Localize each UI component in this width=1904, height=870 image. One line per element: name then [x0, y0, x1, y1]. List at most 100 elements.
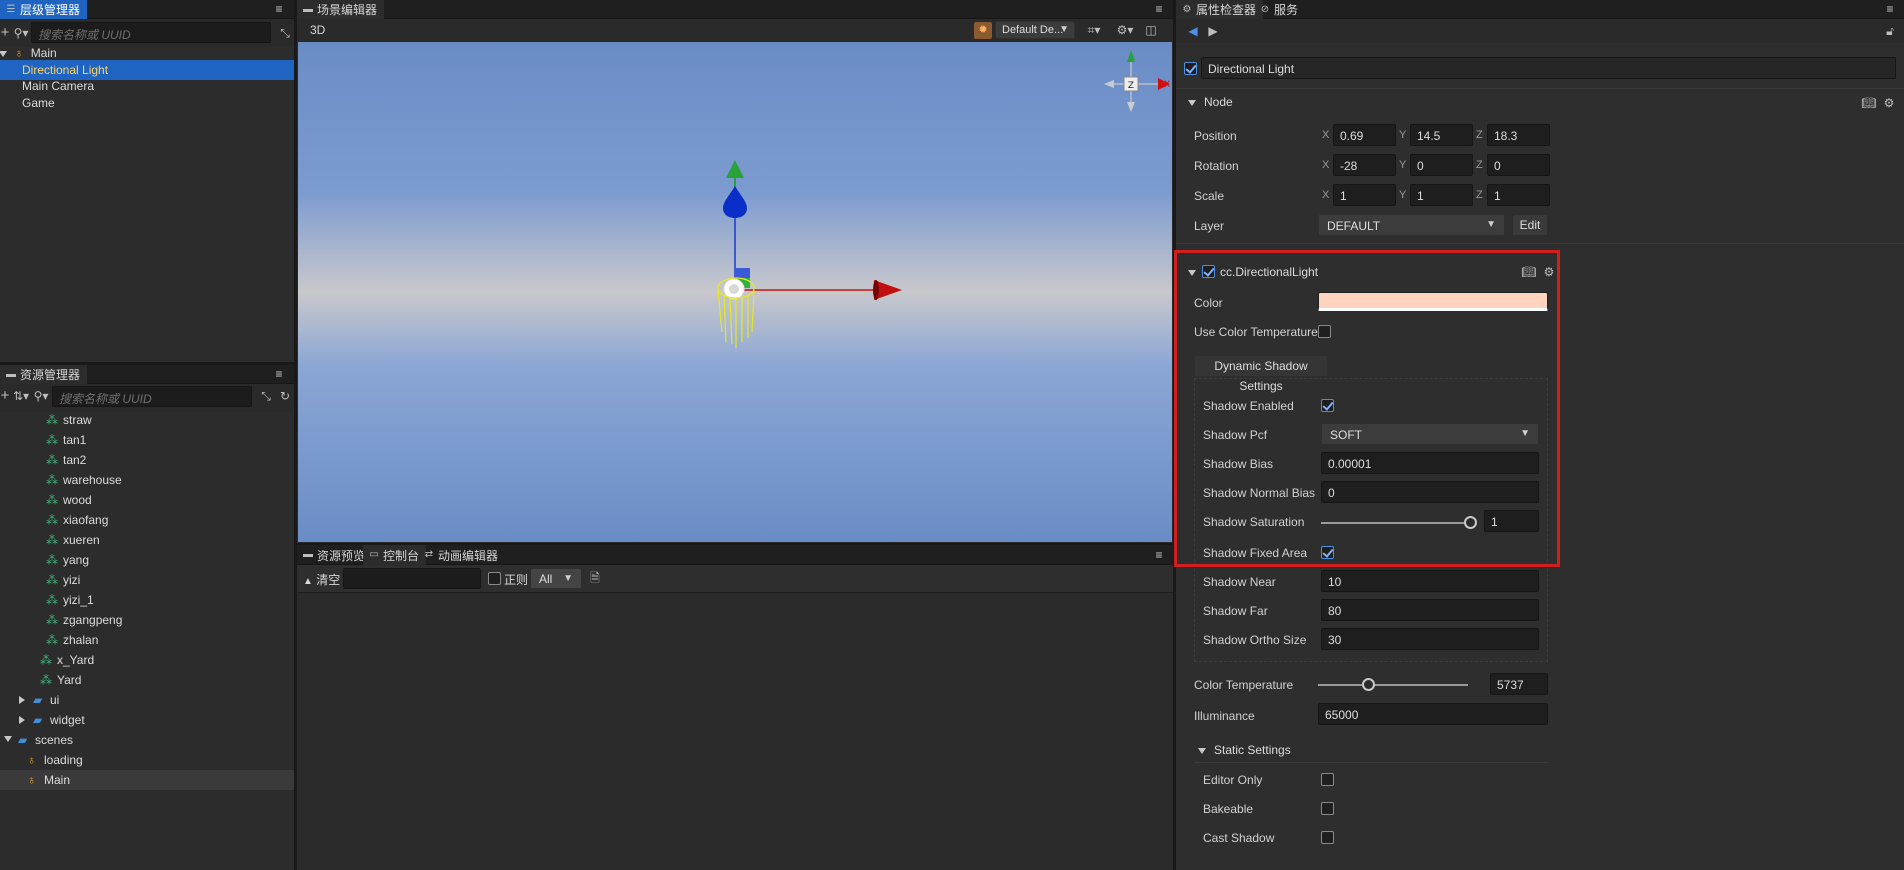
- tab-inspector[interactable]: ⚙ 属性检查器: [1176, 0, 1264, 19]
- search-type-icon[interactable]: ⚲▾: [12, 24, 30, 42]
- static-settings-header[interactable]: Static Settings: [1198, 743, 1291, 757]
- lock-icon[interactable]: 🔓︎: [1881, 22, 1899, 40]
- shadow-enabled-checkbox[interactable]: [1321, 399, 1334, 412]
- color-temperature-slider-knob[interactable]: [1362, 678, 1375, 691]
- shadow-saturation-slider-track[interactable]: [1321, 522, 1471, 524]
- asset-item[interactable]: ⁂ x_Yard: [0, 650, 294, 670]
- asset-item[interactable]: ⁂ xiaofang: [0, 510, 294, 530]
- editor-only-checkbox[interactable]: [1321, 773, 1334, 786]
- asset-item[interactable]: ▰ ui: [0, 690, 294, 710]
- asset-item[interactable]: ♁ Main: [0, 770, 294, 790]
- asset-item[interactable]: ♁ loading: [0, 750, 294, 770]
- asset-item[interactable]: ⁂ tan2: [0, 450, 294, 470]
- panel-menu-icon[interactable]: ≡: [1151, 547, 1167, 563]
- illuminance-input[interactable]: 65000: [1318, 703, 1548, 725]
- position-y-input[interactable]: 14.5: [1410, 124, 1473, 146]
- camera-icon[interactable]: ⌗▾: [1083, 21, 1105, 39]
- node-section-header[interactable]: Node: [1188, 95, 1233, 109]
- rotation-x-input[interactable]: -28: [1333, 154, 1396, 176]
- shadow-ortho-size-input[interactable]: 30: [1321, 628, 1539, 650]
- rotation-y-input[interactable]: 0: [1410, 154, 1473, 176]
- shadow-far-input[interactable]: 80: [1321, 599, 1539, 621]
- scale-y-input[interactable]: 1: [1410, 184, 1473, 206]
- log-level-select[interactable]: All ▼: [530, 568, 582, 589]
- maximize-icon[interactable]: ◫: [1142, 21, 1160, 39]
- panel-menu-icon[interactable]: ≡: [271, 366, 287, 382]
- shadow-pcf-select[interactable]: SOFT ▼: [1321, 423, 1539, 445]
- position-x-input[interactable]: 0.69: [1333, 124, 1396, 146]
- asset-item[interactable]: ⁂ straw: [0, 410, 294, 430]
- collapse-all-icon[interactable]: ⤡: [257, 387, 275, 405]
- component-header[interactable]: [1188, 265, 1201, 279]
- clear-console-button[interactable]: ▲ 清空: [303, 571, 340, 588]
- shadow-saturation-slider-knob[interactable]: [1464, 516, 1477, 529]
- mode-3d-button[interactable]: 3D: [310, 23, 325, 37]
- settings-gear-icon[interactable]: ⚙: [1540, 263, 1558, 281]
- shadow-bias-input[interactable]: 0.00001: [1321, 452, 1539, 474]
- rotation-z-input[interactable]: 0: [1487, 154, 1550, 176]
- tab-dynamic-shadow-settings[interactable]: Dynamic Shadow Settings: [1194, 355, 1328, 393]
- tab-scene-editor[interactable]: ▬ 场景编辑器: [297, 0, 385, 19]
- scale-z-input[interactable]: 1: [1487, 184, 1550, 206]
- scene-viewport[interactable]: Z X: [298, 42, 1172, 542]
- expand-arrow-icon[interactable]: [0, 50, 7, 57]
- back-arrow-icon[interactable]: ◀: [1184, 22, 1202, 40]
- settings-gear-icon[interactable]: ⚙: [1880, 94, 1898, 112]
- tab-assets[interactable]: ▬ 资源管理器: [0, 365, 88, 384]
- regex-checkbox[interactable]: [488, 572, 501, 585]
- tree-node-game[interactable]: Game: [0, 93, 294, 113]
- shadow-near-input[interactable]: 10: [1321, 570, 1539, 592]
- component-enabled-checkbox[interactable]: [1202, 265, 1215, 278]
- use-color-temperature-checkbox[interactable]: [1318, 325, 1331, 338]
- asset-item[interactable]: ⁂ zgangpeng: [0, 610, 294, 630]
- shadow-fixed-area-checkbox[interactable]: [1321, 546, 1334, 559]
- panel-menu-icon[interactable]: ≡: [1882, 1, 1898, 17]
- expand-arrow-icon[interactable]: [19, 716, 25, 724]
- shadow-saturation-input[interactable]: 1: [1484, 510, 1539, 532]
- color-swatch[interactable]: [1318, 292, 1548, 311]
- asset-item[interactable]: ▰ scenes: [0, 730, 294, 750]
- asset-item[interactable]: ⁂ yang: [0, 550, 294, 570]
- position-z-input[interactable]: 18.3: [1487, 124, 1550, 146]
- color-temperature-input[interactable]: 5737: [1490, 673, 1548, 695]
- cast-shadow-checkbox[interactable]: [1321, 831, 1334, 844]
- settings-gear-icon[interactable]: ⚙▾: [1114, 21, 1136, 39]
- forward-arrow-icon[interactable]: ▶: [1204, 22, 1222, 40]
- color-temperature-slider-track[interactable]: [1318, 684, 1468, 686]
- help-book-icon[interactable]: 📖︎: [1860, 94, 1878, 112]
- refresh-icon[interactable]: ↻: [276, 387, 294, 405]
- gizmo-toggle-button[interactable]: ✹: [974, 22, 992, 39]
- hierarchy-search-input[interactable]: 搜索名称或 UUID: [31, 22, 271, 43]
- camera-select[interactable]: Default De... ▼: [995, 21, 1075, 39]
- console-filter-input[interactable]: [343, 568, 481, 589]
- bakeable-checkbox[interactable]: [1321, 802, 1334, 815]
- collapse-all-icon[interactable]: ⤡: [276, 24, 294, 42]
- node-active-checkbox[interactable]: [1184, 62, 1197, 75]
- tab-animation-editor[interactable]: ⇄ 动画编辑器: [418, 545, 505, 565]
- layer-edit-button[interactable]: Edit: [1512, 214, 1548, 236]
- tab-hierarchy[interactable]: ☰ 层级管理器: [0, 0, 88, 19]
- asset-item[interactable]: ▰ widget: [0, 710, 294, 730]
- shadow-normal-bias-input[interactable]: 0: [1321, 481, 1539, 503]
- asset-item[interactable]: ⁂ yizi: [0, 570, 294, 590]
- asset-item[interactable]: ⁂ wood: [0, 490, 294, 510]
- asset-item[interactable]: ⁂ zhalan: [0, 630, 294, 650]
- sort-icon[interactable]: ⇅▾: [12, 387, 30, 405]
- asset-item[interactable]: ⁂ yizi_1: [0, 590, 294, 610]
- asset-item[interactable]: ⁂ xueren: [0, 530, 294, 550]
- tab-asset-preview[interactable]: ▬ 资源预览: [297, 545, 372, 565]
- tab-console[interactable]: ▭ 控制台: [363, 545, 427, 565]
- node-name-input[interactable]: Directional Light: [1201, 57, 1896, 79]
- panel-menu-icon[interactable]: ≡: [271, 1, 287, 17]
- help-book-icon[interactable]: 📖︎: [1520, 263, 1538, 281]
- expand-arrow-icon[interactable]: [19, 696, 25, 704]
- tab-services[interactable]: ⊘ 服务: [1254, 0, 1305, 19]
- asset-item[interactable]: ⁂ tan1: [0, 430, 294, 450]
- collapse-arrow-icon[interactable]: [4, 736, 12, 742]
- open-log-file-icon[interactable]: 🗎: [586, 569, 604, 587]
- scale-x-input[interactable]: 1: [1333, 184, 1396, 206]
- console-log-area[interactable]: [297, 592, 1173, 870]
- search-type-icon[interactable]: ⚲▾: [32, 387, 50, 405]
- asset-item[interactable]: ⁂ warehouse: [0, 470, 294, 490]
- panel-menu-icon[interactable]: ≡: [1151, 1, 1167, 17]
